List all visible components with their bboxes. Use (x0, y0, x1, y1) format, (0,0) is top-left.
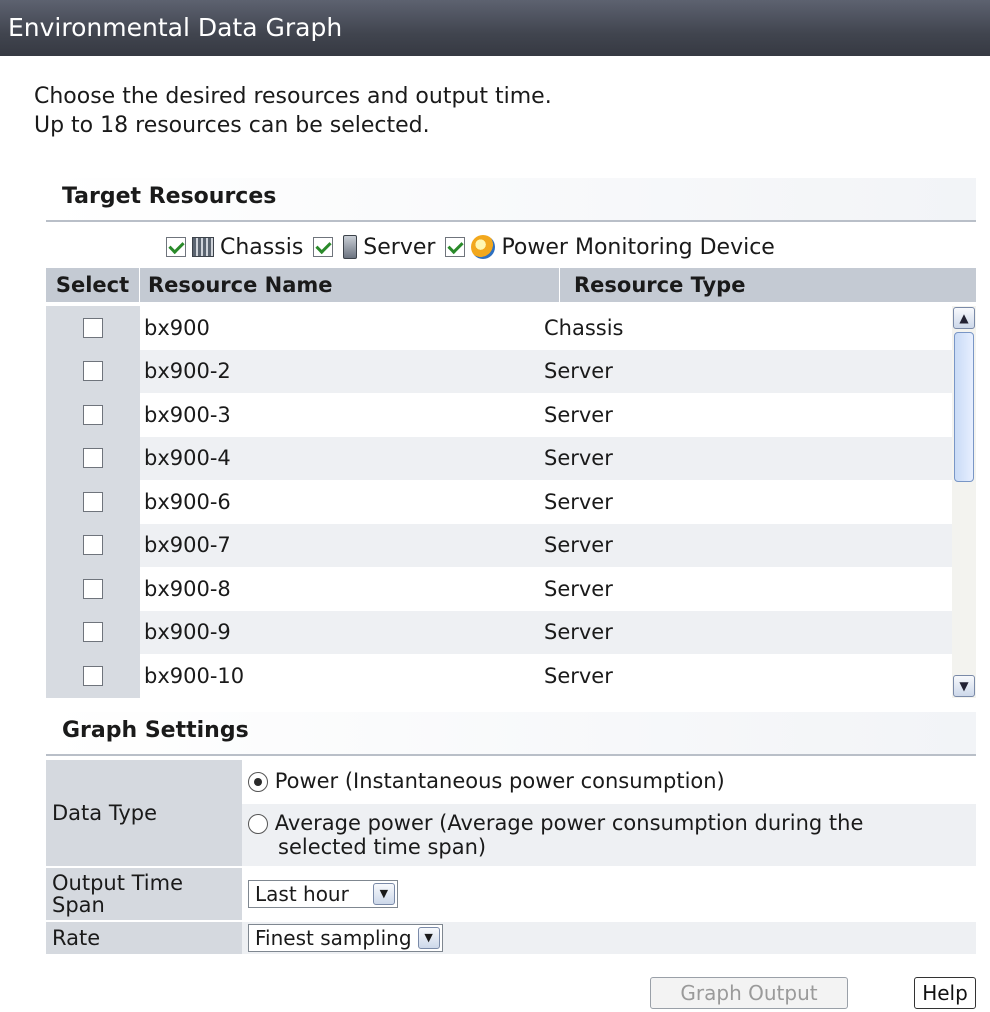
power-monitor-icon (471, 235, 496, 259)
resource-name-cell: bx900-2 (144, 359, 231, 384)
resource-name-cell: bx900-10 (144, 663, 245, 688)
intro-text: Choose the desired resources and output … (34, 82, 552, 140)
intro-line-2: Up to 18 resources can be selected. (34, 113, 430, 138)
rate-value: Finest sampling (255, 926, 412, 950)
row-select-checkbox[interactable] (83, 491, 103, 512)
graph-settings-table: Data Type Power (Instantaneous power con… (46, 758, 976, 956)
resource-grid-header: Select Resource Name Resource Type (46, 268, 976, 302)
row-select-checkbox[interactable] (83, 317, 103, 338)
resource-type-cell: Server (544, 359, 613, 384)
output-span-label: Output Time Span (46, 868, 242, 920)
table-row: bx900-10 Server (46, 654, 976, 698)
option-average-row: Average power (Average power consumption… (242, 804, 976, 866)
table-row: bx900-3 Server (46, 393, 976, 437)
table-row: bx900 Chassis (46, 306, 976, 350)
resource-type-cell: Chassis (544, 315, 624, 340)
graph-settings-heading: Graph Settings (46, 712, 976, 756)
window-title: Environmental Data Graph (0, 0, 990, 56)
resource-name-cell: bx900-8 (144, 576, 231, 601)
row-select-checkbox[interactable] (83, 448, 103, 469)
resource-type-cell: Server (544, 533, 613, 558)
power-option-label: Power (Instantaneous power consumption) (274, 769, 725, 793)
scroll-down-icon[interactable]: ▼ (953, 675, 975, 697)
resource-type-cell: Server (544, 402, 613, 427)
scroll-thumb[interactable] (954, 332, 974, 482)
table-row: bx900-2 Server (46, 349, 976, 393)
table-row: bx900-9 Server (46, 610, 976, 654)
chevron-down-icon[interactable]: ▼ (417, 927, 440, 949)
filter-chassis-label: Chassis (220, 234, 304, 260)
table-row: bx900-6 Server (46, 480, 976, 524)
row-select-checkbox[interactable] (83, 535, 103, 556)
row-select-checkbox[interactable] (83, 578, 103, 599)
chevron-down-icon[interactable]: ▼ (372, 883, 395, 905)
data-type-label: Data Type (46, 760, 242, 866)
resource-name-cell: bx900-6 (144, 489, 231, 514)
average-option-label: Average power (Average power consumption… (274, 811, 864, 835)
resource-name-cell: bx900 (144, 315, 210, 340)
row-select-checkbox[interactable] (83, 361, 103, 382)
help-button[interactable]: Help (914, 977, 976, 1009)
target-resources-heading: Target Resources (46, 178, 976, 222)
average-option-label-cont: selected time span) (278, 835, 487, 859)
resource-name-cell: bx900-4 (144, 446, 231, 471)
server-icon (343, 235, 358, 259)
resource-name-cell: bx900-3 (144, 402, 231, 427)
grid-scrollbar[interactable]: ▲ ▼ (952, 306, 976, 698)
row-select-checkbox[interactable] (83, 404, 103, 425)
average-power-radio[interactable] (248, 814, 268, 834)
filter-power-monitor-checkbox[interactable] (445, 237, 466, 257)
resource-name-cell: bx900-9 (144, 620, 231, 645)
column-resource-type[interactable]: Resource Type (560, 268, 976, 302)
rate-select[interactable]: Finest sampling ▼ (248, 924, 443, 952)
rate-label: Rate (46, 922, 242, 954)
output-span-label-2: Span (52, 893, 105, 917)
resource-type-cell: Server (544, 620, 613, 645)
option-power-row: Power (Instantaneous power consumption) (242, 760, 976, 802)
column-resource-name[interactable]: Resource Name (140, 268, 560, 302)
output-span-label-1: Output Time (52, 871, 184, 895)
filter-server-label: Server (363, 234, 436, 260)
resource-name-cell: bx900-7 (144, 533, 231, 558)
table-row: bx900-8 Server (46, 567, 976, 611)
filter-chassis-checkbox[interactable] (166, 237, 186, 257)
table-row: bx900-4 Server (46, 436, 976, 480)
chassis-icon (192, 237, 214, 257)
graph-output-button[interactable]: Graph Output (650, 977, 848, 1009)
filter-power-monitor-label: Power Monitoring Device (501, 234, 775, 260)
scroll-up-icon[interactable]: ▲ (953, 307, 975, 329)
table-row: bx900-7 Server (46, 523, 976, 567)
column-select[interactable]: Select (46, 268, 140, 302)
resource-type-cell: Server (544, 576, 613, 601)
resource-grid: bx900 Chassis bx900-2 Server bx900-3 Ser… (46, 306, 976, 698)
power-radio[interactable] (248, 772, 268, 792)
resource-type-cell: Server (544, 489, 613, 514)
output-span-select[interactable]: Last hour ▼ (248, 880, 398, 908)
resource-type-cell: Server (544, 446, 613, 471)
row-select-checkbox[interactable] (83, 622, 103, 643)
output-span-value: Last hour (255, 882, 349, 906)
row-select-checkbox[interactable] (83, 665, 103, 686)
filter-server-checkbox[interactable] (313, 237, 334, 257)
resource-type-filters: Chassis Server Power Monitoring Device (166, 230, 775, 264)
resource-type-cell: Server (544, 663, 613, 688)
intro-line-1: Choose the desired resources and output … (34, 84, 552, 109)
